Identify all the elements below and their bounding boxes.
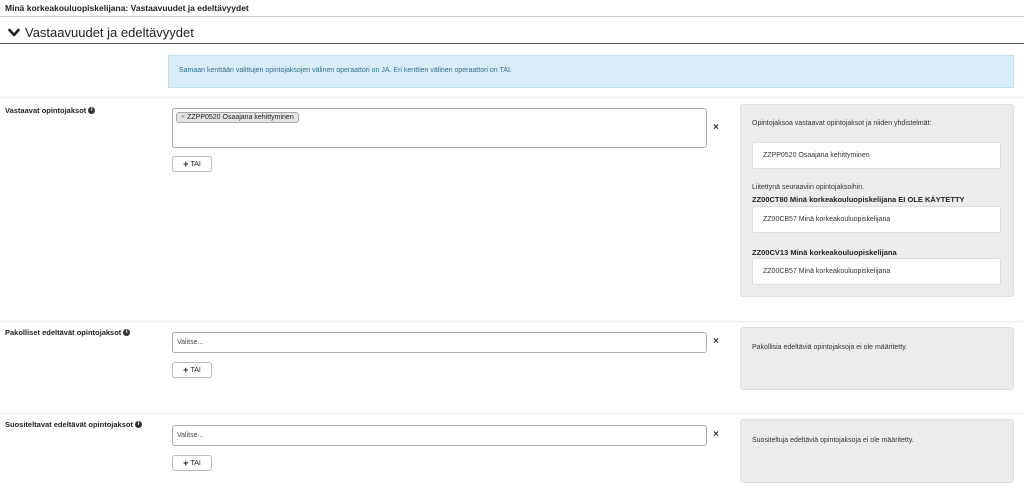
add-or-button[interactable]: + TAI [172,362,212,378]
vastaavat-label-text: Vastaavat opintojaksot [5,106,87,115]
chip-label: ZZPP0520 Osaajana kehittyminen [187,114,294,121]
pakolliset-summary-panel: Pakollisia edeltäviä opintojaksoja ei ol… [740,327,1014,390]
suositeltavat-label: Suositeltavat edeltävät opintojaksot i [5,420,142,429]
equivalent-course-card: ZZPP0520 Osaajana kehittyminen [752,142,1001,169]
select-placeholder: Valitse... [177,339,204,346]
add-or-label: TAI [190,366,201,374]
plus-icon: + [183,158,189,169]
vastaavat-label: Vastaavat opintojaksot i [5,106,96,115]
plus-icon: + [183,457,189,468]
pakolliset-label: Pakolliset edeltävät opintojaksot i [5,328,131,337]
add-or-button[interactable]: + TAI [172,156,212,172]
suositeltavat-summary-panel: Suositeltuja edeltäviä opintojaksoja ei … [740,419,1014,483]
panel-intro: Opintojaksoa vastaavat opintojaksot ja n… [752,120,932,127]
clear-icon[interactable]: × [713,429,719,440]
page-title: Minä korkeakouluopiskelijana: Vastaavuud… [5,3,249,13]
add-or-label: TAI [190,459,201,467]
section-title: Vastaavuudet ja edeltävyydet [25,25,194,40]
row-divider [0,413,1024,414]
row-divider [0,97,1024,98]
suositeltavat-select[interactable]: Valitse... [172,425,707,446]
info-alert-text: Samaan kenttään valittujen opintojaksoje… [179,67,512,74]
suositeltavat-label-text: Suositeltavat edeltävät opintojaksot [5,420,133,429]
add-or-button[interactable]: + TAI [172,455,212,471]
pakolliset-select[interactable]: Valitse... [172,332,707,353]
info-icon[interactable]: i [88,107,96,114]
info-icon[interactable]: i [123,329,131,336]
linked-course-card: ZZ00CB57 Minä korkeakouluopiskelijana [752,258,1001,285]
linked-course-title: ZZ00CV13 Minä korkeakouluopiskelijana [752,248,897,257]
linked-intro: Liitettynä seuraaviin opintojaksoihin. [752,184,865,191]
linked-course-title: ZZ00CT80 Minä korkeakouluopiskelijana EI… [752,195,965,204]
pakolliset-label-text: Pakolliset edeltävät opintojaksot [5,328,122,337]
linked-course-card: ZZ00CB57 Minä korkeakouluopiskelijana [752,206,1001,233]
panel-empty-text: Suositeltuja edeltäviä opintojaksoja ei … [752,437,914,444]
vastaavat-summary-panel: Opintojaksoa vastaavat opintojaksot ja n… [740,104,1014,297]
selected-course-chip: × ZZPP0520 Osaajana kehittyminen [176,112,299,123]
title-divider [0,16,1024,17]
row-divider [0,321,1024,322]
vastaavat-select[interactable]: × ZZPP0520 Osaajana kehittyminen [172,108,707,148]
clear-icon[interactable]: × [713,336,719,347]
select-placeholder: Valitse... [177,432,204,439]
plus-icon: + [183,364,189,375]
add-or-label: TAI [190,160,201,168]
section-divider [0,43,1024,44]
section-toggle[interactable]: Vastaavuudet ja edeltävyydet [8,25,194,40]
panel-empty-text: Pakollisia edeltäviä opintojaksoja ei ol… [752,344,908,351]
info-icon[interactable]: i [134,421,142,428]
chevron-down-icon [8,28,20,36]
chip-remove-icon[interactable]: × [181,114,185,121]
clear-icon[interactable]: × [713,122,719,133]
info-alert: Samaan kenttään valittujen opintojaksoje… [168,55,1014,88]
